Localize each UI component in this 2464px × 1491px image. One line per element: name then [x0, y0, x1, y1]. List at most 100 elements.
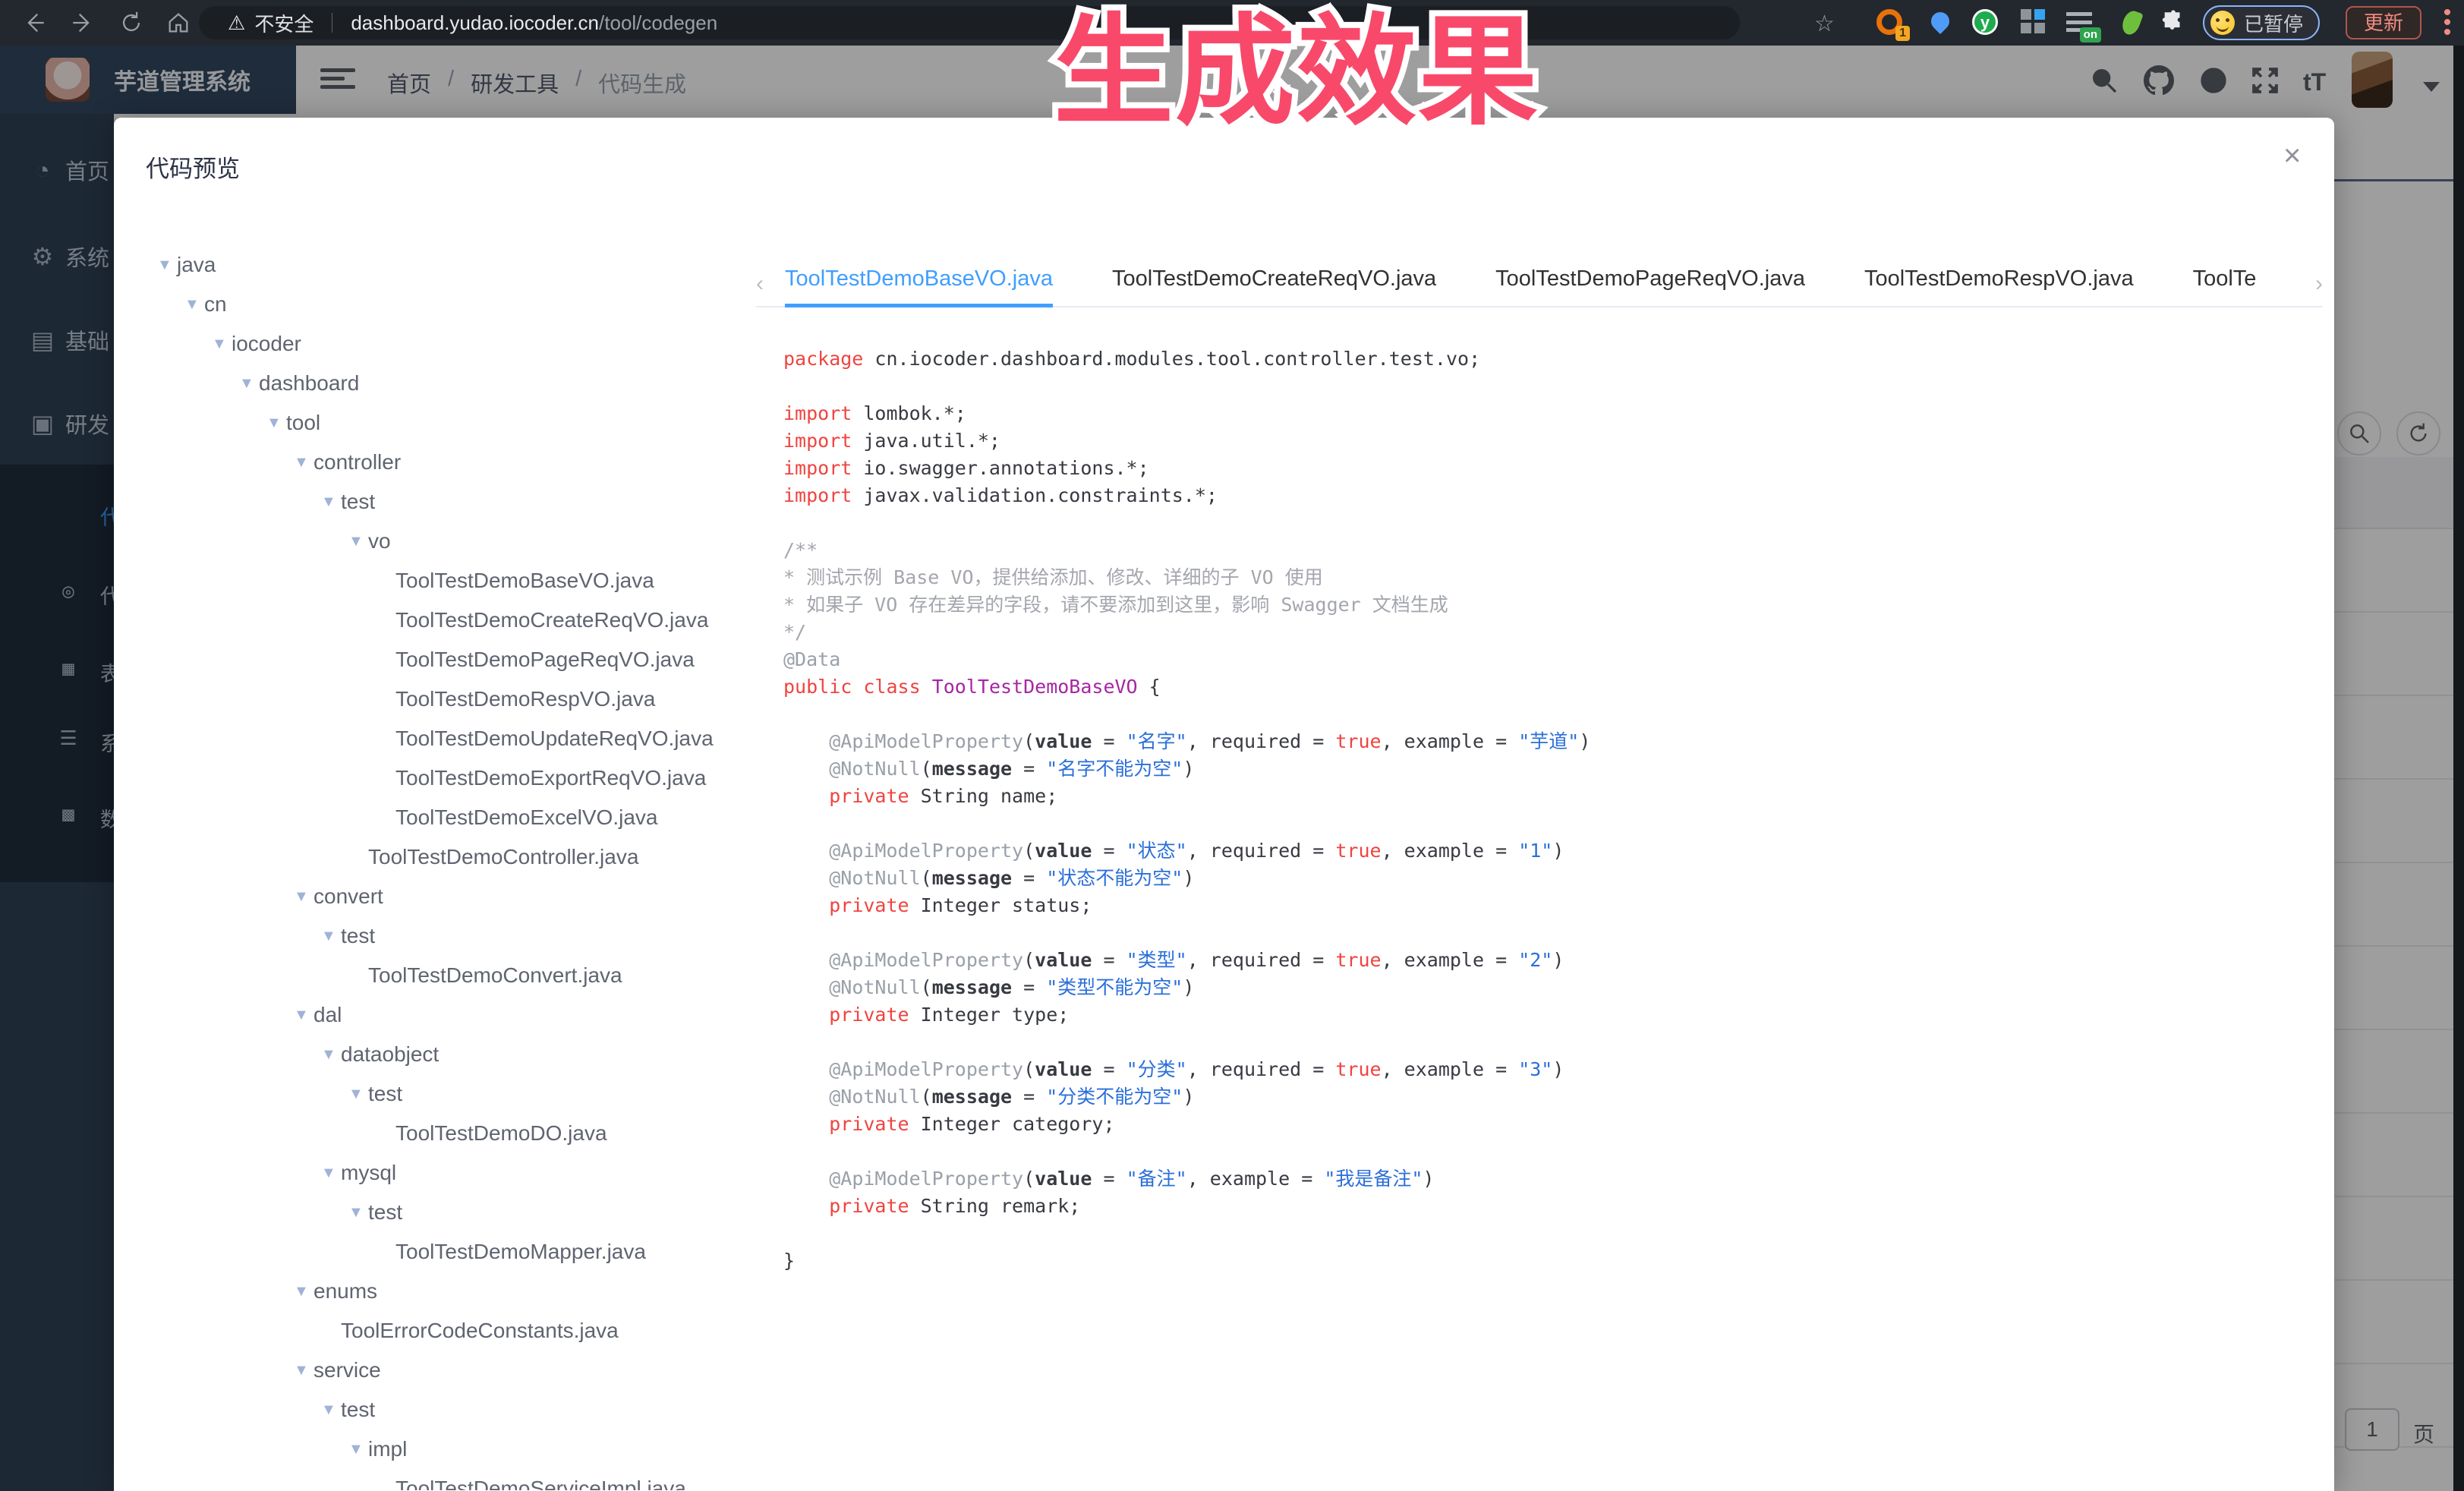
- file-tab-0[interactable]: ToolTestDemoBaseVO.java: [785, 266, 1053, 307]
- tree-node-dir[interactable]: ▼test: [144, 1193, 774, 1232]
- leaf-extension-icon[interactable]: [2118, 9, 2145, 36]
- tree-node-dir[interactable]: ▼mysql: [144, 1153, 774, 1193]
- code-line: @ApiModelProperty(value = "名字", required…: [783, 728, 2317, 755]
- tree-node-dir[interactable]: ▼controller: [144, 443, 774, 482]
- tree-node-dir[interactable]: ▼vo: [144, 522, 774, 561]
- caret-down-icon[interactable]: ▼: [348, 522, 368, 561]
- caret-down-icon[interactable]: ▼: [294, 877, 314, 916]
- caret-down-icon[interactable]: ▼: [348, 1193, 368, 1232]
- screen: ⚠ 不安全 dashboard.yudao.iocoder.cn/tool/co…: [0, 0, 2464, 1491]
- tree-node-file[interactable]: ToolTestDemoServiceImpl.java: [144, 1469, 774, 1490]
- code-viewer: package cn.iocoder.dashboard.modules.too…: [783, 345, 2317, 1484]
- caret-down-icon[interactable]: ▼: [212, 324, 232, 364]
- code-line: * 如果子 VO 存在差异的字段，请不要添加到这里，影响 Swagger 文档生…: [783, 591, 2317, 619]
- code-line: @NotNull(message = "名字不能为空"): [783, 755, 2317, 783]
- forward-icon[interactable]: [70, 10, 96, 36]
- caret-down-icon[interactable]: ▼: [266, 403, 286, 443]
- bookmark-star-icon[interactable]: ☆: [1814, 11, 1835, 37]
- caret-down-icon[interactable]: ▼: [348, 1074, 368, 1114]
- caret-down-icon[interactable]: ▼: [294, 443, 314, 482]
- tree-node-dir[interactable]: ▼iocoder: [144, 324, 774, 364]
- tree-node-file[interactable]: ToolTestDemoExcelVO.java: [144, 798, 774, 837]
- tabs-scroll-right-icon[interactable]: ›: [2315, 271, 2323, 297]
- code-line: @Data: [783, 646, 2317, 673]
- file-tab-3[interactable]: ToolTestDemoRespVO.java: [1864, 266, 2134, 307]
- emoji-face-icon: [2210, 11, 2235, 35]
- code-line: /**: [783, 537, 2317, 564]
- paused-extension-pill[interactable]: 已暂停: [2203, 5, 2320, 40]
- tree-node-file[interactable]: ToolTestDemoPageReqVO.java: [144, 640, 774, 679]
- tree-node-dir[interactable]: ▼cn: [144, 285, 774, 324]
- tree-node-file[interactable]: ToolErrorCodeConstants.java: [144, 1311, 774, 1351]
- puzzle-extension-icon[interactable]: [2160, 9, 2188, 36]
- code-line: public class ToolTestDemoBaseVO {: [783, 673, 2317, 701]
- caret-down-icon[interactable]: ▼: [321, 916, 341, 956]
- code-line: [783, 509, 2317, 537]
- caret-down-icon[interactable]: ▼: [321, 482, 341, 522]
- not-secure-icon[interactable]: ⚠: [228, 11, 245, 35]
- tree-node-dir[interactable]: ▼test: [144, 482, 774, 522]
- tree-node-dir[interactable]: ▼test: [144, 1074, 774, 1114]
- code-line: @ApiModelProperty(value = "分类", required…: [783, 1056, 2317, 1083]
- tree-node-dir[interactable]: ▼tool: [144, 403, 774, 443]
- code-line: }: [783, 1247, 2317, 1275]
- tree-node-file[interactable]: ToolTestDemoCreateReqVO.java: [144, 600, 774, 640]
- tree-node-dir[interactable]: ▼test: [144, 916, 774, 956]
- close-icon[interactable]: ×: [2283, 140, 2301, 171]
- tree-node-file[interactable]: ToolTestDemoDO.java: [144, 1114, 774, 1153]
- tree-node-dir[interactable]: ▼java: [144, 245, 774, 285]
- tabs-scroll-left-icon[interactable]: ‹: [756, 271, 764, 297]
- tree-node-dir[interactable]: ▼dashboard: [144, 364, 774, 403]
- browser-scrollbar[interactable]: [2453, 46, 2464, 1491]
- list-extension-icon[interactable]: on: [2066, 9, 2094, 36]
- browser-update-button[interactable]: 更新: [2346, 6, 2421, 39]
- tree-node-dir[interactable]: ▼convert: [144, 877, 774, 916]
- tree-node-file[interactable]: ToolTestDemoMapper.java: [144, 1232, 774, 1272]
- green-y-extension-icon[interactable]: y: [1972, 9, 1999, 36]
- orange-circle-extension-icon[interactable]: 1: [1876, 9, 1904, 36]
- caret-down-icon[interactable]: ▼: [184, 285, 204, 324]
- file-tab-4[interactable]: ToolTe: [2193, 266, 2257, 307]
- home-icon[interactable]: [165, 10, 191, 36]
- caret-down-icon[interactable]: ▼: [348, 1430, 368, 1469]
- file-tabs-bar: ‹ ToolTestDemoBaseVO.java ToolTestDemoCre…: [756, 266, 2323, 307]
- tree-node-dir[interactable]: ▼test: [144, 1390, 774, 1430]
- tree-node-file[interactable]: ToolTestDemoConvert.java: [144, 956, 774, 995]
- pin-extension-icon[interactable]: [1927, 9, 1954, 36]
- tree-node-file[interactable]: ToolTestDemoController.java: [144, 837, 774, 877]
- tree-node-dir[interactable]: ▼impl: [144, 1430, 774, 1469]
- browser-menu-icon[interactable]: •••: [2440, 8, 2455, 37]
- caret-down-icon[interactable]: ▼: [294, 1272, 314, 1311]
- back-icon[interactable]: [21, 10, 47, 36]
- grid-extension-icon[interactable]: [2021, 9, 2048, 36]
- url-host: dashboard.yudao.iocoder.cn: [351, 11, 599, 35]
- caret-down-icon[interactable]: ▼: [239, 364, 259, 403]
- code-line: @ApiModelProperty(value = "类型", required…: [783, 947, 2317, 974]
- dialog-title: 代码预览: [146, 150, 240, 184]
- code-line: private String name;: [783, 783, 2317, 810]
- caret-down-icon[interactable]: ▼: [294, 1351, 314, 1390]
- caret-down-icon[interactable]: ▼: [321, 1390, 341, 1430]
- code-line: * 测试示例 Base VO，提供给添加、修改、详细的子 VO 使用: [783, 564, 2317, 591]
- tree-node-dir[interactable]: ▼dataobject: [144, 1035, 774, 1074]
- code-line: private String remark;: [783, 1193, 2317, 1220]
- caret-down-icon[interactable]: ▼: [294, 995, 314, 1035]
- caret-down-icon[interactable]: ▼: [157, 245, 177, 285]
- refresh-icon[interactable]: [118, 10, 144, 36]
- tree-node-dir[interactable]: ▼service: [144, 1351, 774, 1390]
- tree-node-dir[interactable]: ▼dal: [144, 995, 774, 1035]
- tree-node-file[interactable]: ToolTestDemoUpdateReqVO.java: [144, 719, 774, 758]
- code-line: @NotNull(message = "类型不能为空"): [783, 974, 2317, 1001]
- tree-node-file[interactable]: ToolTestDemoRespVO.java: [144, 679, 774, 719]
- code-line: import io.swagger.annotations.*;: [783, 455, 2317, 482]
- file-tab-1[interactable]: ToolTestDemoCreateReqVO.java: [1112, 266, 1436, 307]
- tree-node-file[interactable]: ToolTestDemoBaseVO.java: [144, 561, 774, 600]
- caret-down-icon[interactable]: ▼: [321, 1035, 341, 1074]
- annotation-overlay: 生成效果 生成效果: [1054, 0, 1539, 144]
- tree-node-file[interactable]: ToolTestDemoExportReqVO.java: [144, 758, 774, 798]
- extension-on-badge: on: [2080, 27, 2101, 43]
- code-line: [783, 1138, 2317, 1165]
- caret-down-icon[interactable]: ▼: [321, 1153, 341, 1193]
- file-tab-2[interactable]: ToolTestDemoPageReqVO.java: [1495, 266, 1805, 307]
- tree-node-dir[interactable]: ▼enums: [144, 1272, 774, 1311]
